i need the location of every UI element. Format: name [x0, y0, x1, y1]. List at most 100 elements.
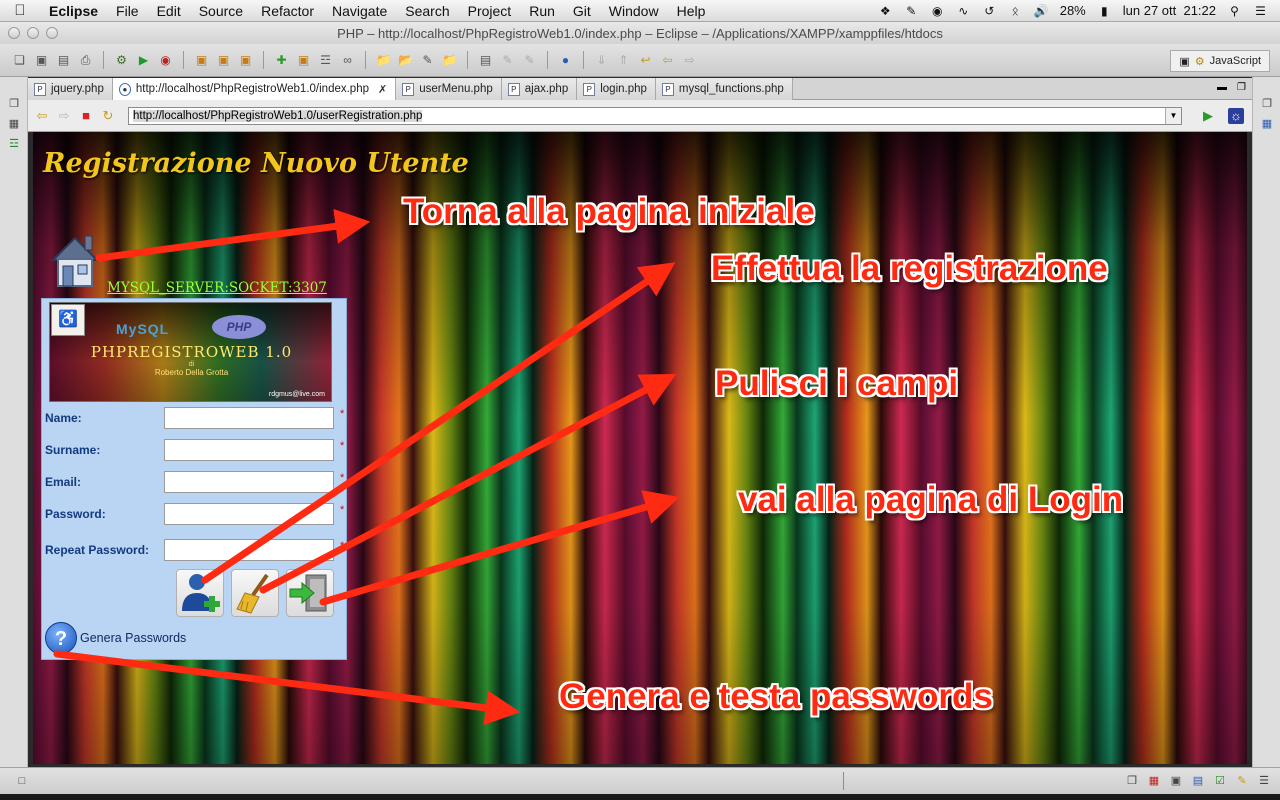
tab-jquery-php[interactable]: P jquery.php [28, 78, 113, 100]
problems-icon[interactable]: ▤ [1190, 773, 1206, 789]
restore-view-icon[interactable]: ❐ [7, 97, 21, 111]
menubar-clock[interactable]: lun 27 ott 21:22 [1123, 3, 1216, 18]
tab-browser-index[interactable]: ● http://localhost/PhpRegistroWeb1.0/ind… [112, 78, 397, 100]
run-icon[interactable]: ▶ [134, 51, 153, 70]
package-explorer-icon[interactable]: ▦ [7, 117, 21, 131]
generate-passwords-link[interactable]: ? Genera Passwords [45, 622, 186, 654]
debug-icon[interactable]: ⚙ [112, 51, 131, 70]
generate-passwords-label[interactable]: Genera Passwords [80, 631, 186, 645]
wifi-icon[interactable]: ∿ [956, 4, 971, 18]
evernote-icon[interactable]: ✎ [904, 4, 919, 18]
forward-arrow-icon[interactable]: ⇨ [680, 51, 699, 70]
menu-refactor[interactable]: Refactor [252, 3, 323, 19]
hierarchy-icon[interactable]: ☲ [316, 51, 335, 70]
email-field[interactable] [164, 471, 334, 493]
battery-icon[interactable]: ▮ [1097, 4, 1112, 18]
menu-project[interactable]: Project [459, 3, 521, 19]
apple-menu-icon[interactable]:  [0, 2, 40, 19]
tab-ajax-php[interactable]: P ajax.php [501, 78, 578, 100]
menu-file[interactable]: File [107, 3, 148, 19]
restore-view-icon[interactable]: ❐ [1260, 97, 1274, 111]
stop-icon[interactable]: ■ [78, 108, 94, 124]
new-icon[interactable]: ❏ [10, 51, 29, 70]
save-all-icon[interactable]: ▤ [54, 51, 73, 70]
open-folder-icon[interactable]: 📂 [396, 51, 415, 70]
fast-view-icon[interactable]: □ [14, 773, 30, 789]
activity-icon[interactable]: ◉ [930, 4, 945, 18]
name-field[interactable] [164, 407, 334, 429]
zoom-window-button[interactable] [46, 27, 58, 39]
close-window-button[interactable] [8, 27, 20, 39]
volume-icon[interactable]: 🔊 [1034, 4, 1049, 18]
repeat-password-field[interactable] [164, 539, 334, 561]
menu-search[interactable]: Search [396, 3, 458, 19]
url-input[interactable]: http://localhost/PhpRegistroWeb1.0/userR… [128, 106, 1182, 125]
pin-icon[interactable]: ✎ [520, 51, 539, 70]
dropbox-icon[interactable]: ❖ [878, 4, 893, 18]
menu-edit[interactable]: Edit [148, 3, 190, 19]
spotlight-search-icon[interactable]: ⚲ [1227, 4, 1242, 18]
go-to-login-button[interactable] [286, 569, 334, 617]
tasks-icon[interactable]: ☑ [1212, 773, 1228, 789]
open-perspective-icon[interactable]: ▣ [1179, 55, 1189, 68]
back-arrow-icon[interactable]: ⇦ [658, 51, 677, 70]
home-icon[interactable] [47, 230, 103, 290]
menu-run[interactable]: Run [520, 3, 564, 19]
battery-percent[interactable]: 28% [1060, 3, 1086, 18]
help-question-icon[interactable]: ? [45, 622, 77, 654]
globe-icon[interactable]: ● [556, 51, 575, 70]
perspective-switcher[interactable]: ▣ ⚙ JavaScript [1170, 50, 1270, 72]
console-icon[interactable]: ▣ [1168, 773, 1184, 789]
task-list-icon[interactable]: ▤ [476, 51, 495, 70]
hierarchy-view-icon[interactable]: ☲ [7, 137, 21, 151]
menu-window[interactable]: Window [600, 3, 668, 19]
save-icon[interactable]: ▣ [32, 51, 51, 70]
menu-help[interactable]: Help [668, 3, 715, 19]
annotation-icon[interactable]: ✎ [498, 51, 517, 70]
mysql-server-link[interactable]: MYSQL_SERVER:SOCKET:3307 [107, 280, 327, 296]
open-folder-icon[interactable]: 📁 [374, 51, 393, 70]
tab-mysql-functions-php[interactable]: P mysql_functions.php [655, 78, 793, 100]
open-type-icon[interactable]: 📁 [440, 51, 459, 70]
bookmarks-icon[interactable]: ✎ [1234, 773, 1250, 789]
maximize-editor-icon[interactable]: ❐ [1231, 78, 1252, 99]
next-annotation-icon[interactable]: ⇓ [592, 51, 611, 70]
add-icon[interactable]: ✚ [272, 51, 291, 70]
properties-icon[interactable]: ▦ [1146, 773, 1162, 789]
outline-icon[interactable]: ☰ [1256, 773, 1272, 789]
menu-navigate[interactable]: Navigate [323, 3, 396, 19]
php-tool-icon[interactable]: ▣ [236, 51, 255, 70]
close-tab-icon[interactable]: ✗ [378, 83, 387, 96]
eclipse-browser-icon[interactable]: ☼ [1228, 107, 1244, 124]
php-tool-icon[interactable]: ▣ [214, 51, 233, 70]
clear-fields-button[interactable] [231, 569, 279, 617]
prev-annotation-icon[interactable]: ⇑ [614, 51, 633, 70]
menu-git[interactable]: Git [564, 3, 600, 19]
menu-source[interactable]: Source [190, 3, 252, 19]
minimize-editor-icon[interactable]: ▬ [1213, 78, 1231, 99]
notification-list-icon[interactable]: ☰ [1253, 4, 1268, 18]
bluetooth-icon[interactable]: ᛟ [1008, 4, 1023, 18]
tab-usermenu-php[interactable]: P userMenu.php [396, 78, 502, 100]
external-tools-icon[interactable]: ◉ [156, 51, 175, 70]
outline-view-icon[interactable]: ▦ [1260, 117, 1274, 131]
surname-field[interactable] [164, 439, 334, 461]
last-edit-icon[interactable]: ↩ [636, 51, 655, 70]
restore-icon[interactable]: ❐ [1124, 773, 1140, 789]
refresh-icon[interactable]: ↻ [100, 108, 116, 124]
minimize-window-button[interactable] [27, 27, 39, 39]
link-icon[interactable]: ∞ [338, 51, 357, 70]
url-history-dropdown[interactable]: ▼ [1165, 107, 1181, 124]
password-field[interactable] [164, 503, 334, 525]
edit-pencil-icon[interactable]: ✎ [418, 51, 437, 70]
menu-app-eclipse[interactable]: Eclipse [40, 3, 107, 19]
tab-login-php[interactable]: P login.php [577, 78, 656, 100]
time-machine-icon[interactable]: ↺ [982, 4, 997, 18]
php-tool-icon[interactable]: ▣ [192, 51, 211, 70]
forward-arrow-icon[interactable]: ⇨ [56, 108, 72, 124]
go-icon[interactable]: ▶ [1200, 108, 1216, 124]
back-arrow-icon[interactable]: ⇦ [34, 108, 50, 124]
print-icon[interactable]: ⎙ [76, 51, 95, 70]
register-button[interactable] [176, 569, 224, 617]
new-class-icon[interactable]: ▣ [294, 51, 313, 70]
